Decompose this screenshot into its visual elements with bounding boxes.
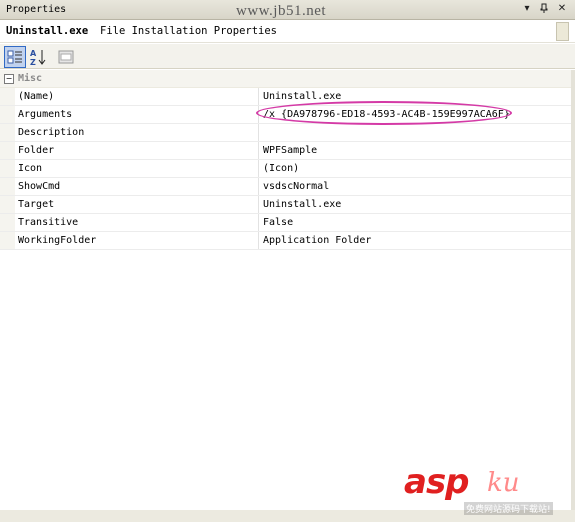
svg-text:Z: Z bbox=[30, 58, 36, 66]
row-gutter bbox=[0, 88, 15, 105]
column-divider[interactable] bbox=[258, 88, 259, 105]
row-gutter bbox=[0, 196, 15, 213]
column-divider[interactable] bbox=[258, 160, 259, 177]
window-title: Properties bbox=[6, 4, 67, 15]
object-selector-dropdown-button[interactable] bbox=[556, 22, 569, 41]
logo-tagline: 免费网站源码下载站! bbox=[464, 502, 553, 515]
property-name: Transitive bbox=[18, 217, 79, 228]
row-gutter bbox=[0, 124, 15, 141]
property-name: Arguments bbox=[18, 109, 73, 120]
property-row-folder[interactable]: Folder WPFSample bbox=[0, 142, 575, 160]
row-gutter bbox=[0, 142, 15, 159]
arguments-highlight-ellipse bbox=[256, 101, 512, 125]
row-gutter bbox=[0, 232, 15, 249]
property-row-showcmd[interactable]: ShowCmd vsdscNormal bbox=[0, 178, 575, 196]
property-grid: − Misc (Name) Uninstall.exe Arguments /x… bbox=[0, 70, 575, 250]
property-value[interactable]: vsdscNormal bbox=[263, 181, 329, 192]
column-divider[interactable] bbox=[258, 232, 259, 249]
property-name: ShowCmd bbox=[18, 181, 61, 192]
categorized-button[interactable] bbox=[4, 46, 26, 68]
categorized-icon bbox=[7, 50, 22, 64]
property-row-target[interactable]: Target Uninstall.exe bbox=[0, 196, 575, 214]
property-value[interactable]: Uninstall.exe bbox=[263, 199, 341, 210]
column-divider[interactable] bbox=[258, 214, 259, 231]
property-value[interactable]: False bbox=[263, 217, 293, 228]
property-row-workingfolder[interactable]: WorkingFolder Application Folder bbox=[0, 232, 575, 250]
row-gutter bbox=[0, 214, 15, 231]
property-pages-button[interactable] bbox=[55, 46, 77, 68]
object-selector[interactable]: Uninstall.exe File Installation Properti… bbox=[0, 20, 575, 43]
object-name: Uninstall.exe bbox=[6, 25, 89, 37]
property-value[interactable]: (Icon) bbox=[263, 163, 299, 174]
row-gutter bbox=[0, 106, 15, 123]
dropdown-arrow-icon[interactable]: ▾ bbox=[521, 3, 533, 15]
svg-text:A: A bbox=[30, 49, 37, 58]
row-gutter bbox=[0, 178, 15, 195]
property-name: Folder bbox=[18, 145, 55, 156]
property-name: WorkingFolder bbox=[18, 235, 97, 246]
logo-brand-sub: ku bbox=[487, 468, 520, 498]
properties-title-bar: Properties www.jb51.net ▾ ✕ bbox=[0, 0, 575, 20]
alphabetical-icon: A Z bbox=[30, 49, 46, 66]
category-label: Misc bbox=[18, 73, 43, 84]
object-description: File Installation Properties bbox=[100, 25, 278, 37]
property-name: (Name) bbox=[18, 91, 55, 102]
property-row-transitive[interactable]: Transitive False bbox=[0, 214, 575, 232]
logo-brand-main: asp bbox=[404, 462, 470, 502]
property-name: Target bbox=[18, 199, 55, 210]
close-icon[interactable]: ✕ bbox=[556, 3, 568, 15]
properties-toolbar: A Z bbox=[0, 44, 575, 69]
aspku-watermark-logo: asp ku 免费网站源码下载站! bbox=[402, 462, 572, 515]
column-divider[interactable] bbox=[258, 142, 259, 159]
property-value[interactable]: Uninstall.exe bbox=[263, 91, 341, 102]
property-value[interactable]: WPFSample bbox=[263, 145, 317, 156]
property-name: Icon bbox=[18, 163, 43, 174]
column-divider[interactable] bbox=[258, 178, 259, 195]
property-row-icon[interactable]: Icon (Icon) bbox=[0, 160, 575, 178]
column-divider[interactable] bbox=[258, 124, 259, 141]
panel-right-edge bbox=[571, 70, 575, 522]
collapse-icon[interactable]: − bbox=[4, 74, 14, 84]
alphabetical-button[interactable]: A Z bbox=[27, 46, 49, 68]
site-watermark: www.jb51.net bbox=[236, 3, 327, 19]
property-name: Description bbox=[18, 127, 85, 138]
category-row-misc[interactable]: − Misc bbox=[0, 70, 575, 88]
property-pages-icon bbox=[58, 50, 74, 64]
row-gutter bbox=[0, 160, 15, 177]
pin-icon[interactable] bbox=[538, 3, 550, 15]
property-row-name[interactable]: (Name) Uninstall.exe bbox=[0, 88, 575, 106]
column-divider[interactable] bbox=[258, 196, 259, 213]
property-row-description[interactable]: Description bbox=[0, 124, 575, 142]
property-value[interactable]: Application Folder bbox=[263, 235, 371, 246]
